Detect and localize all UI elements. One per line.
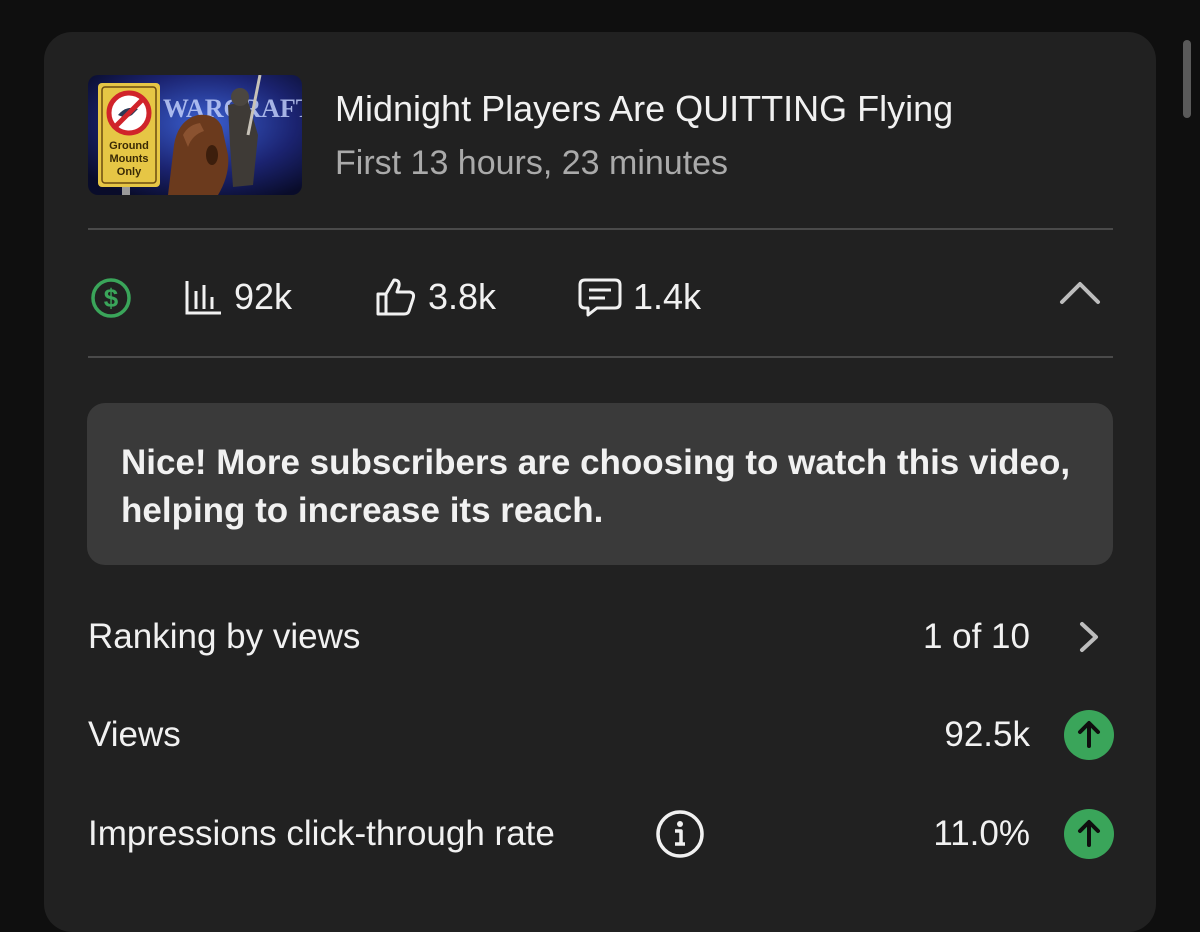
ranking-value: 1 of 10 [922, 617, 1030, 656]
video-title[interactable]: Midnight Players Are QUITTING Flying [335, 88, 953, 130]
chevron-right-icon[interactable] [1064, 612, 1114, 667]
ctr-value: 11.0% [933, 814, 1030, 853]
ranking-label: Ranking by views [88, 617, 361, 656]
ranking-row[interactable]: Ranking by views 1 of 10 [88, 607, 1114, 667]
arrow-up-icon [1064, 710, 1114, 765]
time-range-label: First 13 hours, 23 minutes [335, 144, 729, 182]
arrow-up-icon [1064, 809, 1114, 864]
views-count: 92k [234, 276, 293, 317]
views-row: Views 92.5k [88, 705, 1114, 765]
video-thumbnail[interactable]: WARCRAFT Ground Mounts Only [88, 75, 302, 195]
dollar-circle-icon[interactable]: $ [90, 277, 132, 324]
stats-divider [88, 356, 1113, 358]
views-stat: 92k [184, 274, 292, 320]
ctr-label: Impressions click-through rate [88, 814, 555, 853]
sign-line-3: Only [117, 166, 142, 178]
bar-chart-icon [185, 281, 221, 315]
svg-text:$: $ [104, 283, 119, 313]
views-value: 92.5k [944, 715, 1030, 754]
video-analytics-card: WARCRAFT Ground Mounts Only Midnight Pla… [44, 32, 1156, 932]
likes-count: 3.8k [428, 276, 497, 317]
sign-line-1: Ground [109, 140, 149, 152]
info-icon[interactable] [654, 808, 706, 865]
likes-stat: 3.8k [374, 274, 496, 320]
collapse-chevron-up-icon[interactable] [1058, 278, 1102, 313]
thumbs-up-icon [376, 278, 416, 316]
comment-icon [578, 278, 622, 317]
comments-stat: 1.4k [577, 274, 701, 320]
ctr-row: Impressions click-through rate 11.0% [88, 804, 1114, 864]
header-divider [88, 228, 1113, 230]
views-label: Views [88, 715, 181, 754]
sign-line-2: Mounts [109, 153, 148, 165]
insight-message: Nice! More subscribers are choosing to w… [87, 403, 1113, 565]
page-scrollbar[interactable] [1183, 40, 1191, 118]
comments-count: 1.4k [633, 276, 702, 317]
